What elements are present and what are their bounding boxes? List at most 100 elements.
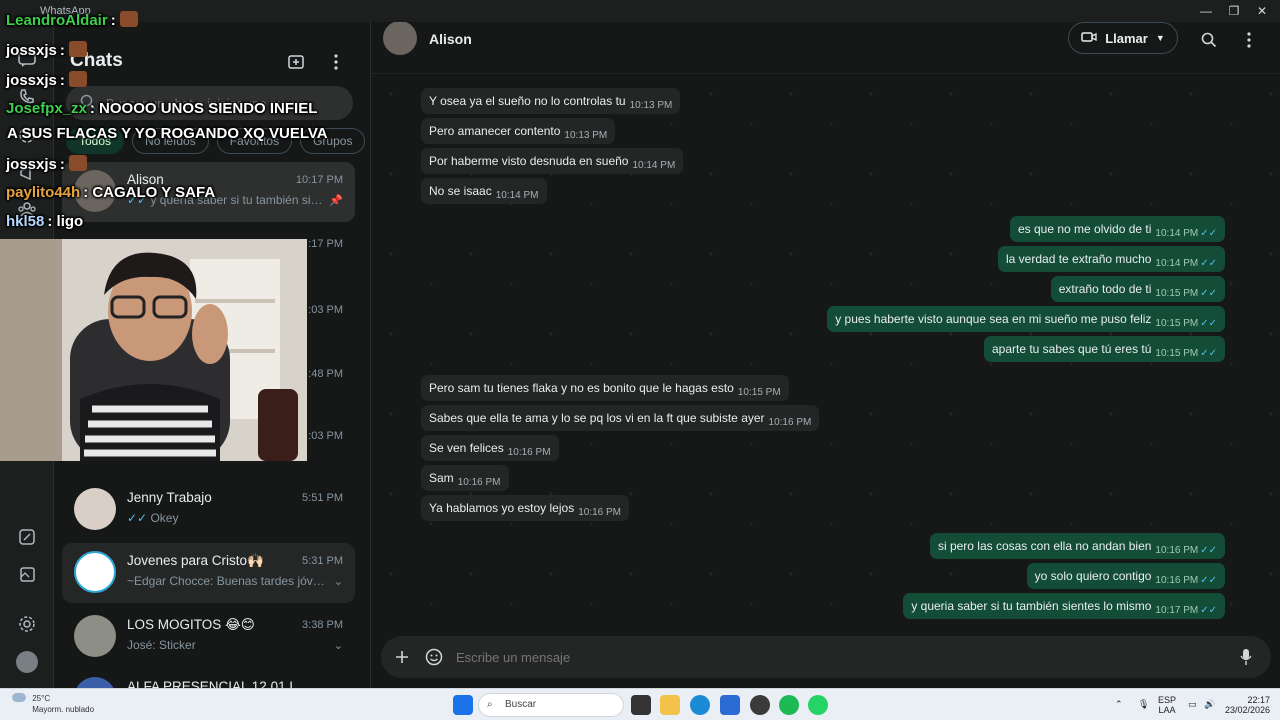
chat-time: :03 PM <box>308 430 343 442</box>
call-label: Llamar <box>1105 30 1148 46</box>
chat-time: :17 PM <box>308 238 343 250</box>
microphone-icon[interactable] <box>1233 644 1259 670</box>
menu-kebab-icon[interactable] <box>1235 26 1263 54</box>
read-receipt-icon: ✓✓ <box>1200 348 1217 359</box>
overlay-message: : <box>59 156 65 173</box>
chat-name: Jenny Trabajo <box>127 490 212 505</box>
incoming-message[interactable]: Y osea ya el sueño no lo controlas tu 10:… <box>421 88 681 114</box>
chevron-down-icon[interactable]: ⌄ <box>334 575 343 588</box>
incoming-message[interactable]: Sam 10:16 PM <box>421 465 509 491</box>
meta-ai-icon[interactable] <box>14 524 40 550</box>
overlay-chat-line: LeandroAldair: <box>6 11 138 29</box>
message-text: Por haberme visto desnuda en sueño <box>429 154 629 168</box>
overlay-chat-line: hkl58: ligo <box>6 213 83 230</box>
message-time: 10:15 PM <box>1155 318 1199 329</box>
call-button[interactable]: Llamar ▼ <box>1068 22 1178 54</box>
emote-icon <box>68 71 87 87</box>
outgoing-message[interactable]: es que no me olvido de ti 10:14 PM ✓✓ <box>1010 216 1225 242</box>
message-time: 10:16 PM <box>507 447 551 458</box>
chat-name: Jovenes para Cristo🙌🏻 <box>127 553 264 568</box>
chat-time: 10:17 PM <box>295 174 343 186</box>
read-receipt-icon: ✓✓ <box>1200 258 1217 269</box>
search-icon[interactable] <box>1195 26 1223 54</box>
chat-item-jenny-trabajo[interactable]: Jenny Trabajo 5:51 PM ✓✓ Okey <box>62 480 355 540</box>
outgoing-message[interactable]: extraño todo de ti 10:15 PM ✓✓ <box>1050 276 1225 302</box>
attach-plus-icon[interactable] <box>389 644 415 670</box>
read-receipt-icon: ✓✓ <box>1200 288 1217 299</box>
clock[interactable]: 22:17 23/02/2026 <box>1224 695 1270 715</box>
volume-icon[interactable]: 🔊 <box>1204 699 1215 709</box>
message-time: 10:14 PM <box>632 160 676 171</box>
message-text: Pero sam tu tienes flaka y no es bonito … <box>429 381 734 395</box>
overlay-username: jossxjs <box>6 72 57 89</box>
message-text: Pero amanecer contento <box>429 124 561 138</box>
taskbar-search-label: Buscar <box>505 699 537 710</box>
incoming-message[interactable]: Se ven felices 10:16 PM <box>421 435 559 461</box>
overlay-message: : <box>59 42 65 59</box>
edge-browser-icon[interactable] <box>690 695 710 715</box>
read-receipt-icon: ✓✓ <box>1200 545 1217 556</box>
chat-preview: ~Edgar Chocce: Buenas tardes jóve... <box>127 574 327 588</box>
contact-name[interactable]: Alison <box>429 31 472 47</box>
overlay-username: jossxjs <box>6 42 57 59</box>
incoming-message[interactable]: Sabes que ella te ama y lo se pq los vi … <box>421 405 820 431</box>
taskbar-search[interactable]: ⌕ Buscar <box>478 693 624 717</box>
streamer-webcam <box>0 239 307 461</box>
read-receipt-icon: ✓✓ <box>1200 605 1217 616</box>
outgoing-message[interactable]: la verdad te extraño mucho 10:14 PM ✓✓ <box>998 246 1225 272</box>
outgoing-message[interactable]: aparte tu sabes que tú eres tú 10:15 PM ✓✓ <box>983 336 1225 362</box>
incoming-message[interactable]: Pero sam tu tienes flaka y no es bonito … <box>421 375 789 401</box>
overlay-message: : <box>110 12 116 29</box>
settings-gear-icon[interactable] <box>14 611 40 637</box>
chat-time: 5:51 PM <box>302 492 343 504</box>
chevron-down-icon[interactable]: ⌄ <box>334 639 343 652</box>
read-receipt-icon: ✓✓ <box>1200 228 1217 239</box>
incoming-message[interactable]: Pero amanecer contento 10:13 PM <box>421 118 616 144</box>
obs-icon[interactable] <box>750 695 770 715</box>
spotify-icon[interactable] <box>779 695 799 715</box>
message-time: 10:16 PM <box>768 417 812 428</box>
outgoing-message[interactable]: si pero las cosas con ella no andan bien… <box>929 533 1225 559</box>
incoming-message[interactable]: Ya hablamos yo estoy lejos 10:16 PM <box>421 495 630 521</box>
media-icon[interactable] <box>14 561 40 587</box>
contact-avatar[interactable] <box>383 22 417 55</box>
incoming-message[interactable]: Por haberme visto desnuda en sueño 10:14 … <box>421 148 684 174</box>
outgoing-message[interactable]: yo solo quiero contigo 10:16 PM ✓✓ <box>1026 563 1225 589</box>
outgoing-message[interactable]: y queria saber si tu también sientes lo … <box>903 593 1225 619</box>
menu-kebab-icon[interactable] <box>322 48 350 76</box>
message-input[interactable] <box>456 636 1156 678</box>
overlay-chat-line: A SUS FLACAS Y YO ROGANDO XQ VUELVA <box>4 125 328 142</box>
outgoing-message[interactable]: y pues haberte visto aunque sea en mi su… <box>827 306 1225 332</box>
sticker-emoji-icon[interactable] <box>421 644 447 670</box>
overlay-message: : <box>59 72 65 89</box>
weather-temp: 25°C <box>32 694 51 703</box>
chat-preview: José: Sticker <box>127 638 196 652</box>
chevron-up-icon[interactable]: ⌃ <box>1115 699 1123 709</box>
search-icon: ⌕ <box>487 699 493 710</box>
store-icon[interactable] <box>720 695 740 715</box>
close-button[interactable]: ✕ <box>1244 2 1280 20</box>
avatar <box>74 488 116 530</box>
new-chat-icon[interactable] <box>282 48 310 76</box>
message-text: Sam <box>429 471 454 485</box>
incoming-message[interactable]: No se isaac 10:14 PM <box>421 178 547 204</box>
file-explorer-icon[interactable] <box>660 695 680 715</box>
chat-item-jovenes-para-cristo[interactable]: Jovenes para Cristo🙌🏻 5:31 PM ~Edgar Cho… <box>62 543 355 603</box>
start-windows-icon[interactable] <box>453 695 473 715</box>
language-indicator[interactable]: ESP LAA <box>1158 695 1176 715</box>
message-text: la verdad te extraño mucho <box>1006 252 1152 266</box>
message-text: Se ven felices <box>429 441 504 455</box>
message-text: Sabes que ella te ama y lo se pq los vi … <box>429 411 765 425</box>
whatsapp-icon[interactable] <box>808 695 828 715</box>
profile-avatar[interactable] <box>14 649 40 675</box>
message-text: es que no me olvido de ti <box>1018 222 1152 236</box>
read-receipt-icon: ✓✓ <box>1200 575 1217 586</box>
microphone-icon[interactable]: 🎙 <box>1138 699 1149 709</box>
chat-item-alfa-presencial[interactable]: ALFA PRESENCIAL 12 01 L <box>62 669 355 688</box>
task-view-icon[interactable] <box>631 695 651 715</box>
weather-widget[interactable]: 25°C Mayorm. nublado <box>12 693 94 715</box>
network-icon[interactable]: ▭ <box>1188 699 1197 709</box>
chat-item-los-mogitos[interactable]: LOS MOGITOS 😂😊 3:38 PM José: Sticker ⌄ <box>62 607 355 667</box>
message-time: 10:13 PM <box>564 130 608 141</box>
overlay-chat-line: jossxjs: <box>6 71 87 89</box>
